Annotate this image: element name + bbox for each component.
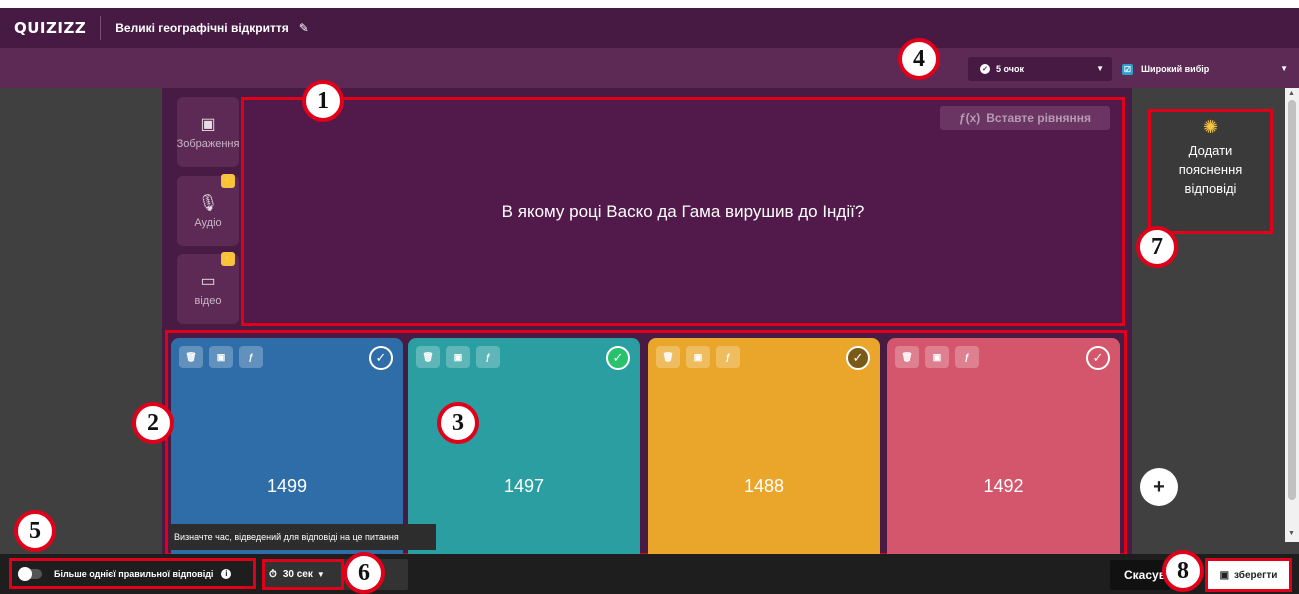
mark-correct-checkbox[interactable]: ✓: [1086, 346, 1110, 370]
question-type-dropdown[interactable]: ☑ Широкий вибір ▼: [1118, 57, 1296, 81]
callout-1: 1: [302, 80, 344, 122]
answer-value[interactable]: 1488: [648, 476, 880, 497]
add-video-label: відео: [194, 295, 222, 307]
add-audio-label: Аудіо: [194, 217, 222, 229]
lightbulb-icon: ✺: [1202, 117, 1219, 137]
callout-7: 7: [1136, 226, 1178, 268]
time-limit-container: ⏱ 30 сек ▼: [262, 559, 408, 590]
quizizz-logo[interactable]: QUIZIZZ: [14, 19, 86, 37]
chevron-down-icon: ▼: [316, 570, 325, 579]
callout-4: 4: [898, 38, 940, 80]
function-icon[interactable]: ƒ: [955, 346, 979, 368]
delete-icon[interactable]: 🗑: [179, 346, 203, 368]
callout-2: 2: [132, 402, 174, 444]
points-dropdown[interactable]: ✓ 5 очок ▼: [968, 57, 1112, 81]
scrollbar-thumb[interactable]: [1288, 100, 1296, 500]
image-icon[interactable]: ▣: [209, 346, 233, 368]
answer-value[interactable]: 1497: [408, 476, 640, 497]
multiple-correct-label: Більше однієї правильної відповіді: [54, 568, 214, 579]
time-limit-dropdown[interactable]: ⏱ 30 сек ▼: [262, 559, 344, 590]
save-label: зберегти: [1234, 569, 1278, 581]
answer-option-4[interactable]: 🗑 ▣ ƒ ✓ 1492: [887, 338, 1120, 556]
callout-8: 8: [1162, 550, 1204, 592]
mark-correct-checkbox[interactable]: ✓: [369, 346, 393, 370]
insert-equation-button[interactable]: ƒ(x) Вставте рівняння: [940, 106, 1110, 130]
add-image-button[interactable]: ▣ Зображення: [177, 97, 239, 167]
image-icon[interactable]: ▣: [686, 346, 710, 368]
function-icon[interactable]: ƒ: [716, 346, 740, 368]
check-circle-icon: ✓: [980, 64, 990, 74]
top-bar: QUIZIZZ Великі географічні відкриття ✎: [0, 8, 1299, 48]
scroll-down-arrow-icon[interactable]: ▼: [1288, 530, 1295, 537]
answer-option-3[interactable]: 🗑 ▣ ƒ ✓ 1488: [648, 338, 880, 556]
image-icon[interactable]: ▣: [925, 346, 949, 368]
pencil-icon[interactable]: ✎: [299, 21, 309, 35]
stopwatch-icon: ⏱: [269, 569, 277, 580]
answer-option-2[interactable]: 🗑 ▣ ƒ ✓ 1497: [408, 338, 640, 556]
workspace-left-panel: [0, 88, 162, 554]
function-icon[interactable]: ƒ: [239, 346, 263, 368]
divider: [100, 16, 102, 40]
add-video-button[interactable]: ⚡ ▭ відео: [177, 252, 239, 324]
explanation-line-2: пояснення: [1178, 162, 1243, 177]
answer-value[interactable]: 1492: [887, 476, 1120, 497]
delete-icon[interactable]: 🗑: [895, 346, 919, 368]
multiple-correct-toggle-row[interactable]: Більше однієї правильної відповіді i: [9, 558, 256, 589]
microphone-icon: 🎙: [197, 195, 219, 212]
scroll-up-arrow-icon[interactable]: ▲: [1288, 90, 1295, 97]
explanation-line-3: відповіді: [1184, 181, 1237, 196]
chevron-down-icon: ▼: [1280, 64, 1288, 73]
info-icon[interactable]: i: [221, 568, 232, 579]
floppy-disk-icon: ▣: [1219, 569, 1230, 581]
lightning-icon: ⚡: [221, 252, 235, 266]
lightning-icon: ⚡: [221, 174, 235, 188]
function-icon: ƒ(x): [958, 111, 981, 125]
add-image-label: Зображення: [176, 138, 240, 150]
add-answer-button[interactable]: +: [1140, 468, 1178, 506]
add-audio-button[interactable]: ⚡ 🎙 Аудіо: [177, 174, 239, 246]
answer-value[interactable]: 1499: [171, 476, 403, 497]
save-button[interactable]: ▣ зберегти: [1205, 558, 1292, 592]
image-icon[interactable]: ▣: [446, 346, 470, 368]
video-camera-icon: ▭: [200, 273, 216, 290]
time-limit-label: 30 сек: [282, 569, 313, 580]
add-explanation-button[interactable]: ✺ Додати пояснення відповіді: [1148, 109, 1273, 234]
insert-equation-label: Вставте рівняння: [986, 111, 1092, 125]
question-text-area[interactable]: ƒ(x) Вставте рівняння В якому році Васко…: [241, 97, 1125, 326]
correct-answer-checkbox[interactable]: ✓: [606, 346, 630, 370]
chevron-down-icon: ▼: [1096, 64, 1104, 73]
checkbox-icon: ☑: [1122, 63, 1133, 75]
image-icon: ▣: [200, 116, 216, 133]
callout-3: 3: [437, 402, 479, 444]
quiz-title[interactable]: Великі географічні відкриття: [115, 21, 289, 35]
delete-icon[interactable]: 🗑: [416, 346, 440, 368]
explanation-line-1: Додати: [1188, 143, 1233, 158]
callout-5: 5: [14, 510, 56, 552]
callout-6: 6: [343, 552, 385, 594]
mark-correct-checkbox[interactable]: ✓: [846, 346, 870, 370]
points-label: 5 очок: [996, 64, 1025, 74]
delete-icon[interactable]: 🗑: [656, 346, 680, 368]
time-tooltip: Визначте час, відведений для відповіді н…: [170, 524, 436, 550]
cancel-button[interactable]: Скасувати: [1110, 560, 1170, 590]
question-type-label: Широкий вибір: [1141, 64, 1210, 74]
multiple-correct-toggle[interactable]: [18, 566, 42, 581]
function-icon[interactable]: ƒ: [476, 346, 500, 368]
question-text[interactable]: В якому році Васко да Гама вирушив до Ін…: [502, 202, 865, 222]
